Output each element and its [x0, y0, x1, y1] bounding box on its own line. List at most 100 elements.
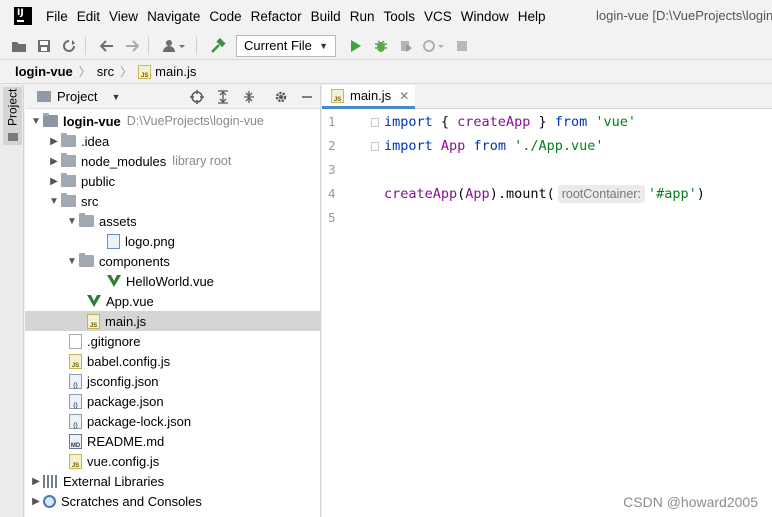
expand-all-icon[interactable] — [215, 89, 231, 105]
stop-icon[interactable] — [452, 36, 472, 56]
chevron-down-icon[interactable]: ▼ — [47, 196, 61, 207]
tree-row-idea[interactable]: ▶ .idea — [25, 131, 320, 151]
json-file-icon: {} — [69, 393, 82, 409]
fold-marker-icon[interactable] — [371, 118, 379, 127]
line-number: 2 — [328, 138, 336, 153]
menu-code[interactable]: Code — [209, 9, 241, 24]
menu-tools[interactable]: Tools — [383, 9, 415, 24]
menu-view[interactable]: View — [109, 9, 138, 24]
toolbar-separator — [85, 36, 86, 55]
close-icon[interactable]: ✕ — [399, 89, 409, 103]
menu-build[interactable]: Build — [311, 9, 341, 24]
tree-row-assets[interactable]: ▼ assets — [25, 211, 320, 231]
user-icon[interactable] — [160, 36, 190, 56]
tree-row-src[interactable]: ▼ src — [25, 191, 320, 211]
chevron-right-icon[interactable]: ▶ — [47, 176, 61, 187]
tree-item-label: assets — [99, 213, 137, 229]
tree-row-package-json[interactable]: {} package.json — [25, 391, 320, 411]
debug-icon[interactable] — [371, 36, 391, 56]
code-line-2[interactable]: import App from './App.vue' — [384, 134, 772, 158]
project-tool-window-tab[interactable]: Project — [3, 87, 22, 145]
coverage-icon[interactable] — [396, 36, 416, 56]
locate-file-icon[interactable] — [189, 89, 205, 105]
tree-row-helloworld-vue[interactable]: HelloWorld.vue — [25, 271, 320, 291]
tree-item-label: package-lock.json — [87, 413, 192, 429]
tree-row-public[interactable]: ▶ public — [25, 171, 320, 191]
chevron-down-icon[interactable]: ▼ — [65, 256, 79, 267]
menu-bar: File Edit View Navigate Code Refactor Bu… — [0, 0, 772, 32]
toolbar-separator — [148, 36, 149, 55]
chevron-down-icon[interactable]: ▼ — [65, 216, 79, 227]
save-icon[interactable] — [34, 36, 54, 56]
back-arrow-icon[interactable] — [97, 36, 117, 56]
profile-icon[interactable] — [421, 36, 447, 56]
tree-item-label: .gitignore — [87, 333, 141, 349]
run-icon[interactable] — [346, 36, 366, 56]
tree-item-label: External Libraries — [63, 473, 165, 489]
tree-row-components[interactable]: ▼ components — [25, 251, 320, 271]
breadcrumb-file[interactable]: main.js — [155, 64, 196, 79]
collapse-all-icon[interactable] — [241, 89, 257, 105]
chevron-down-icon[interactable]: ▼ — [29, 116, 43, 127]
window-title: login-vue [D:\VueProjects\login — [596, 8, 772, 23]
toolbar-separator — [196, 36, 197, 55]
folder-icon — [79, 213, 94, 227]
chevron-right-icon[interactable]: ▶ — [29, 496, 43, 507]
chevron-down-icon[interactable]: ▼ — [111, 92, 120, 102]
tree-row-babel-config-js[interactable]: JS babel.config.js — [25, 351, 320, 371]
menu-vcs[interactable]: VCS — [424, 9, 452, 24]
menu-edit[interactable]: Edit — [77, 9, 100, 24]
editor-tab-main-js[interactable]: JS main.js ✕ — [322, 85, 415, 109]
tree-item-label: App.vue — [106, 293, 154, 309]
menu-navigate[interactable]: Navigate — [147, 9, 200, 24]
code-editor: JS main.js ✕ 1 2 3 4 5 import { createAp… — [322, 85, 772, 517]
chevron-right-icon[interactable]: ▶ — [47, 156, 61, 167]
project-view-selector[interactable]: Project — [57, 89, 97, 104]
run-configuration-select[interactable]: Current File ▼ — [236, 34, 336, 57]
fold-marker-icon[interactable] — [371, 142, 379, 151]
code-line-4[interactable]: createApp(App).mount(rootContainer: '#app… — [384, 182, 772, 206]
tree-item-label: package.json — [87, 393, 164, 409]
tree-item-label: babel.config.js — [87, 353, 171, 369]
menu-refactor[interactable]: Refactor — [251, 9, 302, 24]
tree-row-package-lock-json[interactable]: {} package-lock.json — [25, 411, 320, 431]
tree-row-vue-config-js[interactable]: JS vue.config.js — [25, 451, 320, 471]
open-folder-icon[interactable] — [9, 36, 29, 56]
code-line-5[interactable] — [384, 206, 772, 230]
sync-icon[interactable] — [59, 36, 79, 56]
tree-row-gitignore[interactable]: .gitignore — [25, 331, 320, 351]
gear-icon[interactable] — [273, 89, 289, 105]
tree-row-logo-png[interactable]: logo.png — [25, 231, 320, 251]
tree-item-label: components — [99, 253, 170, 269]
hammer-icon[interactable] — [208, 36, 228, 56]
forward-arrow-icon[interactable] — [122, 36, 142, 56]
tree-row-readme-md[interactable]: MD README.md — [25, 431, 320, 451]
menu-run[interactable]: Run — [350, 9, 375, 24]
tree-row-external-libraries[interactable]: ▶ External Libraries — [25, 471, 320, 491]
function-call-createapp: createApp — [384, 186, 458, 202]
menu-file[interactable]: File — [46, 9, 68, 24]
code-line-3[interactable] — [384, 158, 772, 182]
gitignore-file-icon — [69, 333, 82, 349]
minimize-icon[interactable] — [299, 89, 315, 105]
tree-row-node-modules[interactable]: ▶ node_modules library root — [25, 151, 320, 171]
tree-row-main-js[interactable]: JS main.js — [25, 311, 320, 331]
tree-item-label: Scratches and Consoles — [61, 493, 202, 509]
menu-help[interactable]: Help — [518, 9, 546, 24]
tree-item-label: main.js — [105, 313, 147, 329]
breadcrumb-folder[interactable]: src — [97, 64, 114, 79]
chevron-right-icon[interactable]: ▶ — [29, 476, 43, 487]
tree-row-scratches[interactable]: ▶ Scratches and Consoles — [25, 491, 320, 511]
js-file-icon: JS — [69, 353, 82, 369]
tree-row-app-vue[interactable]: App.vue — [25, 291, 320, 311]
js-file-icon: JS — [138, 64, 152, 79]
breadcrumb-project[interactable]: login-vue — [15, 64, 73, 79]
code-line-1[interactable]: import { createApp } from 'vue' — [384, 110, 772, 134]
tree-row-jsconfig-json[interactable]: {} jsconfig.json — [25, 371, 320, 391]
tree-row-login-vue[interactable]: ▼ login-vue D:\VueProjects\login-vue — [25, 111, 320, 131]
chevron-right-icon[interactable]: ▶ — [47, 136, 61, 147]
menu-window[interactable]: Window — [461, 9, 509, 24]
code-content[interactable]: import { createApp } from 'vue' import A… — [384, 110, 772, 230]
code-brace-open: { — [432, 114, 458, 130]
